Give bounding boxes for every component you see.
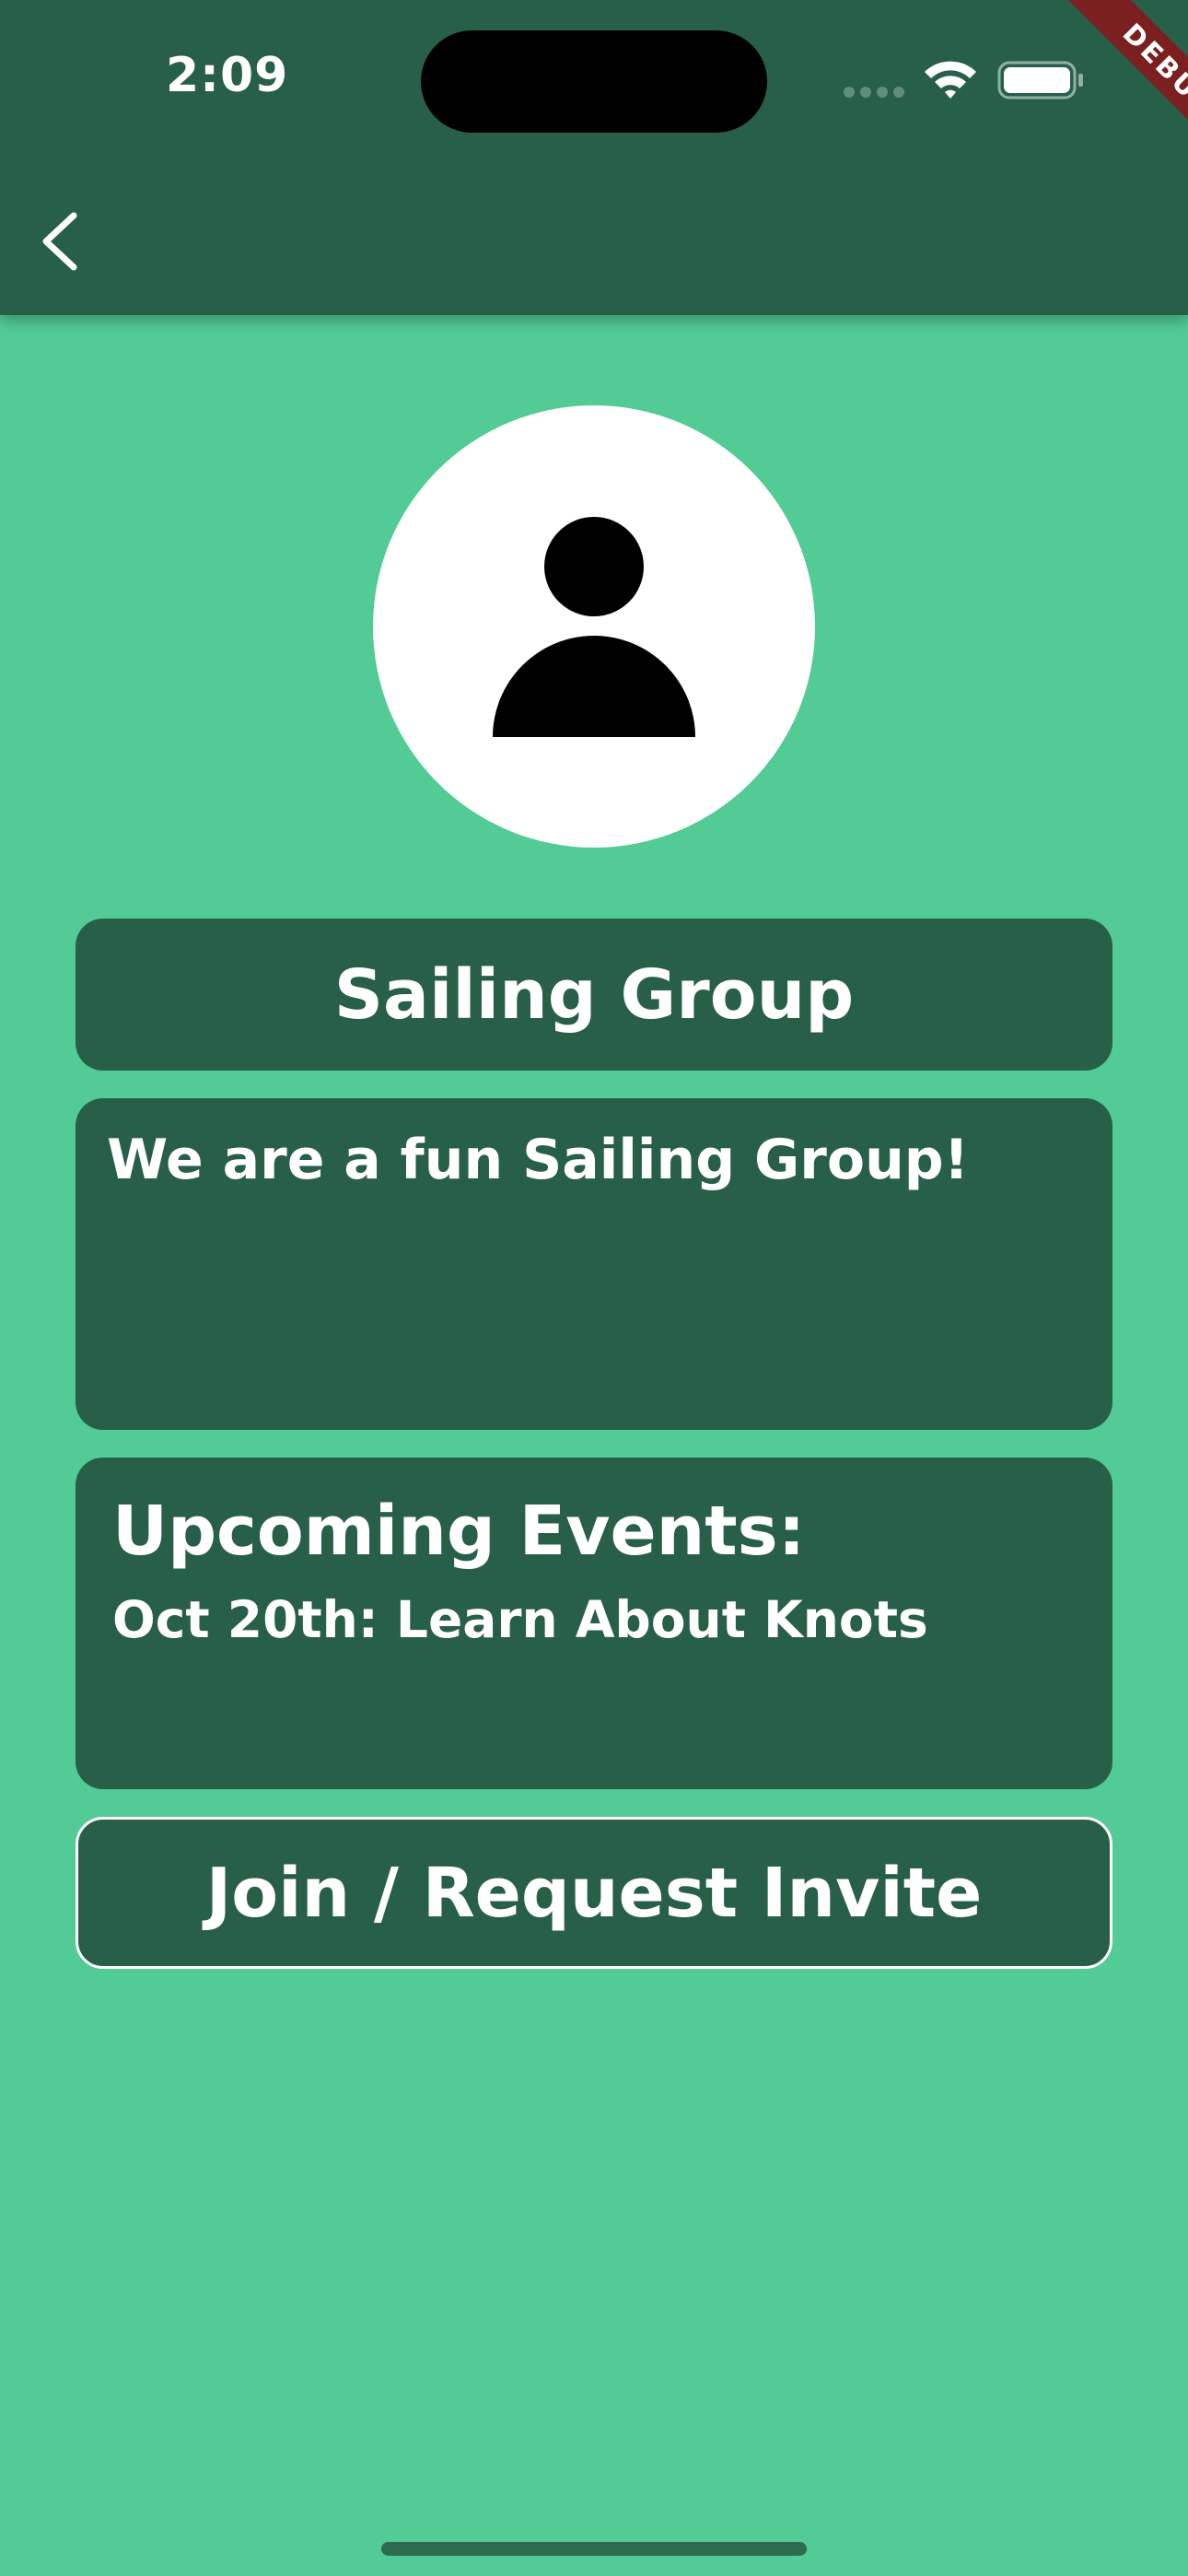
join-button-label: Join / Request Invite bbox=[205, 1853, 983, 1933]
wifi-icon bbox=[925, 61, 976, 99]
events-heading: Upcoming Events: bbox=[112, 1492, 806, 1571]
chevron-left-icon bbox=[42, 212, 77, 271]
group-description: We are a fun Sailing Group! bbox=[107, 1128, 970, 1192]
join-request-invite-button[interactable]: Join / Request Invite bbox=[76, 1817, 1112, 1969]
debug-banner: DEBUG bbox=[1004, 0, 1188, 184]
person-icon bbox=[493, 517, 695, 737]
group-avatar bbox=[373, 405, 815, 848]
dynamic-island bbox=[421, 30, 767, 133]
status-time: 2:09 bbox=[166, 48, 289, 103]
upcoming-events-card: Upcoming Events: Oct 20th: Learn About K… bbox=[76, 1458, 1112, 1789]
home-indicator bbox=[381, 2542, 807, 2556]
group-description-card: We are a fun Sailing Group! bbox=[76, 1098, 1112, 1430]
event-item: Oct 20th: Learn About Knots bbox=[112, 1590, 928, 1650]
debug-banner-label: DEBUG bbox=[1049, 0, 1188, 184]
group-name-card: Sailing Group bbox=[76, 919, 1112, 1071]
group-name: Sailing Group bbox=[333, 954, 855, 1035]
back-button[interactable] bbox=[28, 195, 101, 287]
cellular-signal-icon bbox=[844, 87, 904, 98]
